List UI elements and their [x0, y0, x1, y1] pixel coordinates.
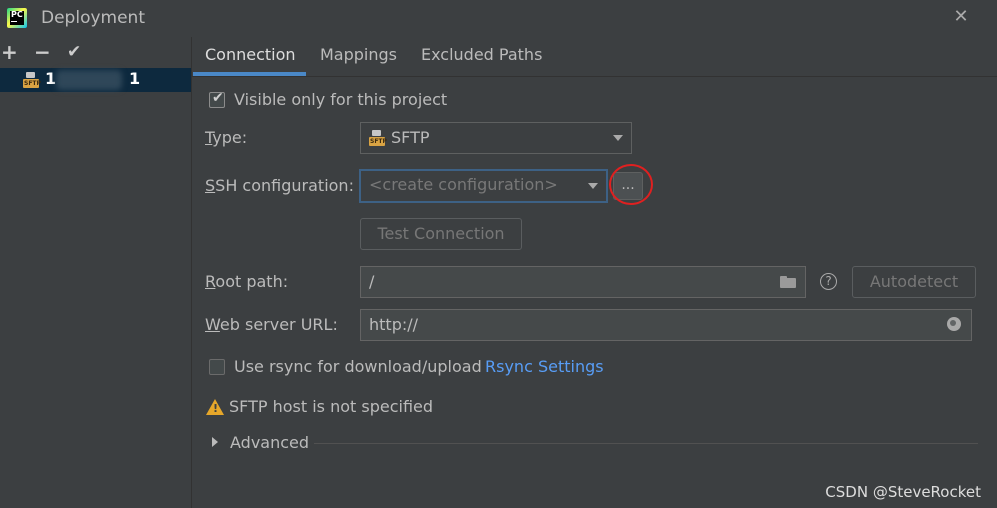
type-value: SFTP: [391, 128, 430, 147]
close-icon[interactable]: ✕: [949, 5, 973, 29]
web-server-url-value: http://: [369, 315, 419, 334]
advanced-divider: [314, 443, 978, 444]
web-server-url-input[interactable]: http://: [360, 309, 972, 341]
tabs-divider: [192, 76, 997, 77]
folder-icon[interactable]: [780, 276, 796, 288]
tab-excluded-paths[interactable]: Excluded Paths: [421, 45, 542, 64]
globe-icon[interactable]: [947, 317, 961, 331]
root-path-input[interactable]: /: [360, 266, 806, 298]
tab-mappings[interactable]: Mappings: [320, 45, 397, 64]
help-icon[interactable]: ?: [820, 273, 837, 290]
server-list-item[interactable]: SFTP 1 1: [0, 68, 191, 92]
use-rsync-label: Use rsync for download/upload: [234, 357, 482, 376]
use-rsync-checkbox[interactable]: [209, 359, 225, 375]
server-name-prefix: 1: [45, 69, 57, 88]
apply-button[interactable]: ✔: [67, 40, 81, 64]
watermark: CSDN @SteveRocket: [825, 483, 981, 501]
chevron-down-icon: [588, 183, 598, 189]
selected-tab-indicator: [193, 72, 306, 76]
remove-server-button[interactable]: −: [34, 40, 51, 64]
checkmark-icon: ✔: [212, 90, 224, 106]
autodetect-button[interactable]: Autodetect: [852, 266, 976, 298]
test-connection-button[interactable]: Test Connection: [360, 218, 522, 250]
chevron-down-icon: [613, 135, 623, 141]
warning-message: SFTP host is not specified: [229, 397, 434, 416]
visible-only-label: Visible only for this project: [234, 90, 448, 109]
title-bar: PC Deployment ✕: [0, 0, 997, 37]
rsync-settings-link[interactable]: Rsync Settings: [485, 357, 604, 376]
window-title: Deployment: [41, 8, 145, 28]
sftp-icon: SFTP: [369, 130, 387, 146]
ssh-configuration-label: SSH configuration:: [205, 176, 354, 195]
add-server-button[interactable]: +: [1, 40, 18, 64]
type-dropdown[interactable]: SFTP SFTP: [360, 122, 632, 154]
sftp-icon: SFTP: [23, 72, 41, 88]
tab-connection[interactable]: Connection: [205, 45, 296, 64]
type-label: Type:: [205, 128, 248, 147]
visible-only-checkbox[interactable]: ✔: [209, 90, 225, 108]
ssh-configuration-placeholder: <create configuration>: [369, 175, 558, 194]
server-name-suffix: 1: [129, 69, 141, 88]
root-path-label: Root path:: [205, 272, 289, 291]
pycharm-logo-icon: PC: [7, 8, 27, 28]
warning-icon: !: [206, 399, 224, 415]
redacted-name: [56, 70, 122, 90]
annotation-circle: [609, 164, 653, 205]
ssh-configuration-dropdown[interactable]: <create configuration>: [359, 169, 608, 203]
web-server-url-label: Web server URL:: [205, 315, 338, 334]
advanced-section-toggle[interactable]: Advanced: [230, 433, 309, 452]
expand-arrow-icon[interactable]: [212, 437, 218, 447]
server-list-panel: [0, 37, 192, 508]
root-path-value: /: [369, 272, 375, 291]
